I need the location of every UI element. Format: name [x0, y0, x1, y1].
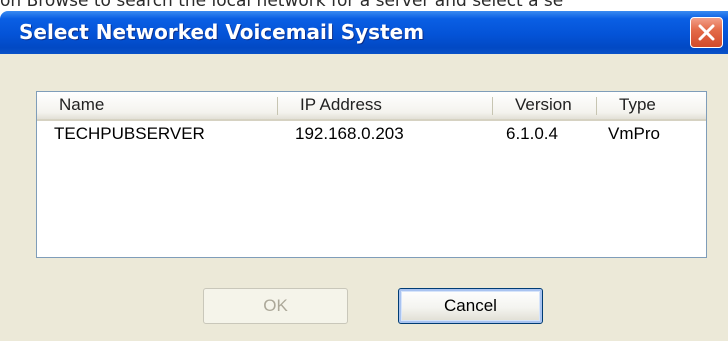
title-bar[interactable]: Select Networked Voicemail System: [0, 11, 728, 54]
dialog-title: Select Networked Voicemail System: [19, 20, 425, 44]
close-button[interactable]: [690, 17, 723, 48]
column-header-name[interactable]: Name: [37, 92, 277, 119]
cell-version: 6.1.0.4: [506, 124, 558, 143]
column-header-type[interactable]: Type: [597, 92, 706, 119]
column-header-version[interactable]: Version: [493, 92, 596, 119]
list-header: Name IP Address Version Type: [37, 92, 706, 121]
background-instruction-text: on Browse to search the local network fo…: [0, 0, 564, 11]
voicemail-system-list[interactable]: Name IP Address Version Type TECHPUBSERV…: [36, 91, 707, 258]
cancel-button[interactable]: Cancel: [398, 288, 543, 324]
column-header-ip-address[interactable]: IP Address: [278, 92, 492, 119]
cell-name: TECHPUBSERVER: [54, 124, 205, 143]
ok-button[interactable]: OK: [203, 288, 348, 324]
cell-ip-address: 192.168.0.203: [295, 124, 404, 143]
close-x-icon: [698, 24, 715, 41]
select-voicemail-dialog: Select Networked Voicemail System Name I…: [0, 11, 728, 341]
list-item[interactable]: TECHPUBSERVER 192.168.0.203 6.1.0.4 VmPr…: [37, 121, 706, 147]
dialog-body: Name IP Address Version Type TECHPUBSERV…: [0, 54, 728, 341]
cell-type: VmPro: [608, 124, 660, 143]
